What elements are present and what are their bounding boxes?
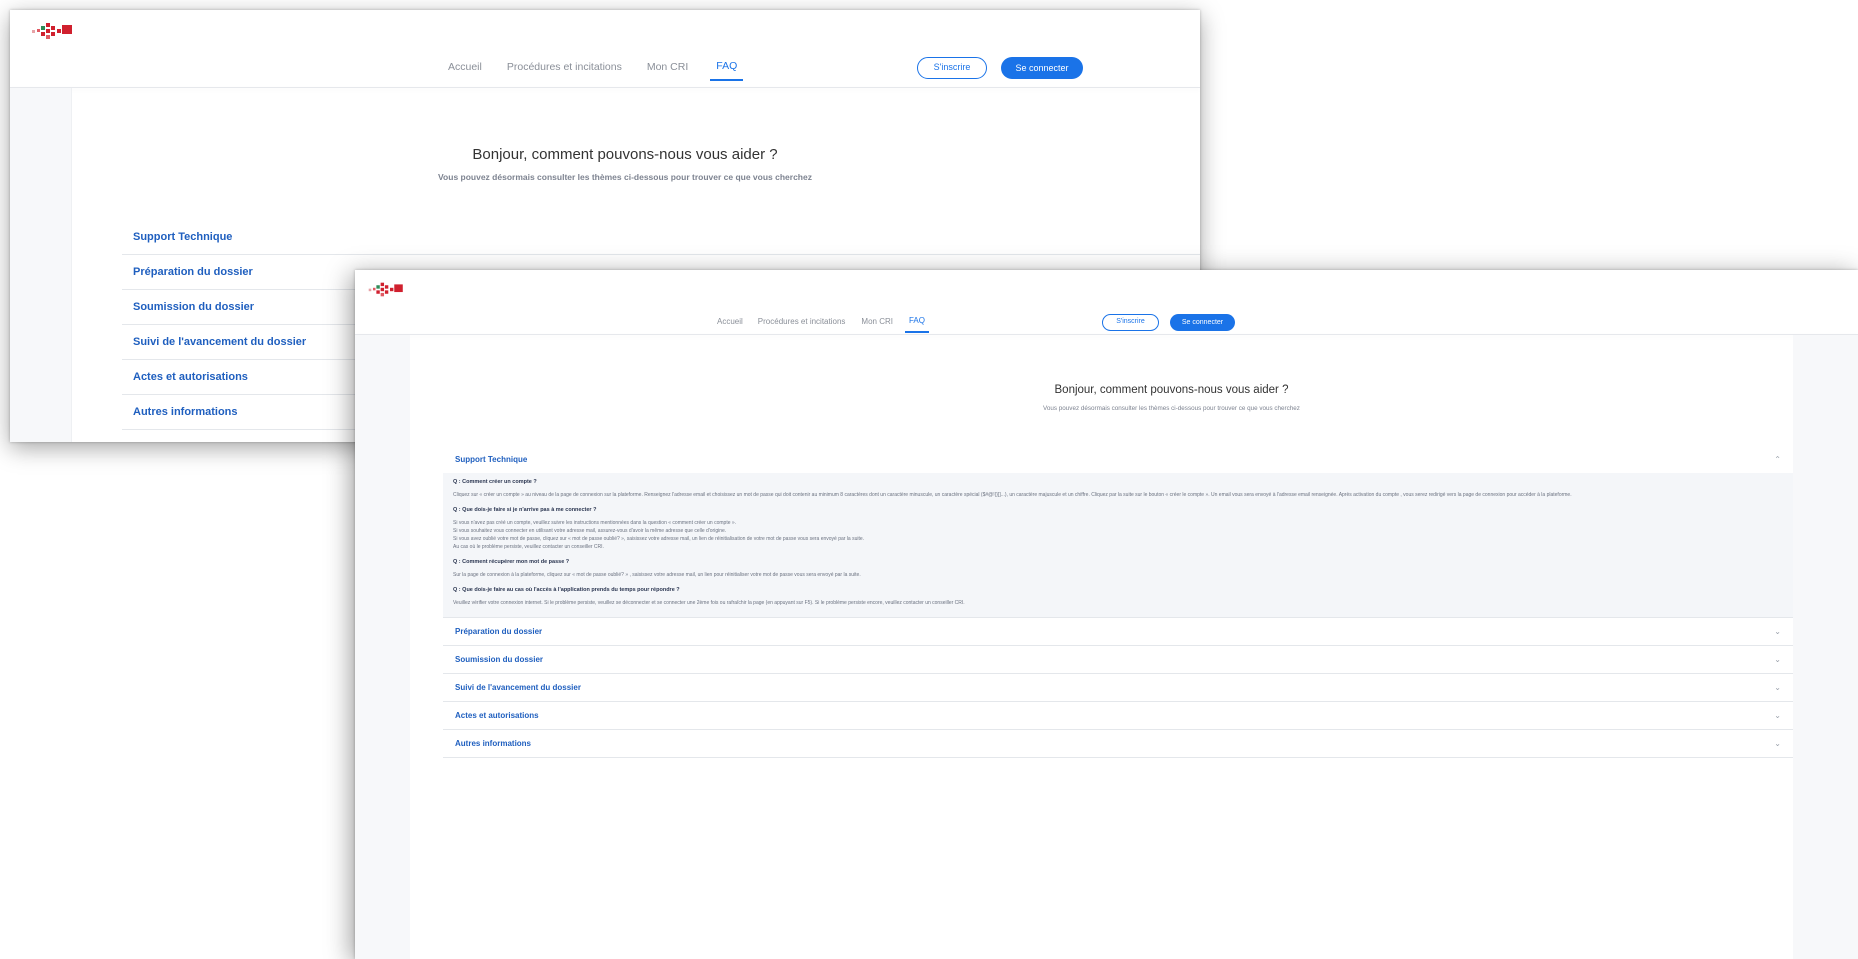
chevron-up-icon[interactable]: ⌃ xyxy=(1774,455,1781,464)
cri-logo-icon xyxy=(368,282,403,297)
page-subtitle: Vous pouvez désormais consulter les thèm… xyxy=(1043,405,1300,412)
main-nav: Accueil Procédures et incitations Mon CR… xyxy=(448,60,744,81)
chevron-down-icon[interactable]: ⌄ xyxy=(1774,683,1781,692)
faq-question: Q : Comment récupérer mon mot de passe ? xyxy=(453,559,570,565)
category-autres[interactable]: Autres informations ⌄ xyxy=(443,730,1793,758)
nav-mon-cri[interactable]: Mon CRI xyxy=(647,61,688,81)
category-label: Actes et autorisations xyxy=(455,711,539,720)
category-soumission[interactable]: Soumission du dossier ⌄ xyxy=(443,646,1793,674)
category-suivi[interactable]: Suivi de l'avancement du dossier ⌄ xyxy=(443,674,1793,702)
category-label: Actes et autorisations xyxy=(133,371,248,383)
faq-answer: Si vous n'avez pas créé un compte, veuil… xyxy=(453,520,865,550)
nav-procedures[interactable]: Procédures et incitations xyxy=(758,317,846,333)
faq-question: Q : Comment créer un compte ? xyxy=(453,479,537,485)
page-title: Bonjour, comment pouvons-nous vous aider… xyxy=(472,146,778,163)
header-divider xyxy=(10,87,1200,88)
category-label: Support Technique xyxy=(455,454,528,464)
chevron-down-icon[interactable]: ⌄ xyxy=(1774,655,1781,664)
left-gutter xyxy=(355,335,410,959)
faq-answer: Veuillez vérifier votre connexion intern… xyxy=(453,600,965,606)
category-label: Préparation du dossier xyxy=(455,627,543,636)
nav-faq[interactable]: FAQ xyxy=(710,60,744,81)
page-subtitle: Vous pouvez désormais consulter les thèm… xyxy=(438,172,812,182)
category-preparation[interactable]: Préparation du dossier ⌄ xyxy=(443,618,1793,646)
chevron-down-icon[interactable]: ⌄ xyxy=(1774,711,1781,720)
category-support-technique[interactable]: Support Technique xyxy=(122,220,1200,255)
cri-logo[interactable] xyxy=(367,280,413,299)
signup-button[interactable]: S'inscrire xyxy=(917,57,987,79)
category-label: Autres informations xyxy=(455,739,532,748)
nav-mon-cri[interactable]: Mon CRI xyxy=(861,317,893,333)
nav-accueil[interactable]: Accueil xyxy=(717,317,743,333)
faq-question: Q : Que dois-je faire si je n'arrive pas… xyxy=(453,507,597,513)
category-actes[interactable]: Actes et autorisations ⌄ xyxy=(443,702,1793,730)
nav-accueil[interactable]: Accueil xyxy=(448,61,482,81)
left-gutter xyxy=(10,88,72,442)
category-label: Suivi de l'avancement du dossier xyxy=(133,336,307,348)
category-label: Autres informations xyxy=(133,406,238,418)
faq-answer: Sur la page de connexion à la plateforme… xyxy=(453,572,861,578)
login-button[interactable]: Se connecter xyxy=(1001,57,1083,79)
category-label: Support Technique xyxy=(133,231,233,243)
faq-screenshot-expanded: Accueil Procédures et incitations Mon CR… xyxy=(355,270,1858,959)
page-title: Bonjour, comment pouvons-nous vous aider… xyxy=(1054,384,1289,396)
nav-faq[interactable]: FAQ xyxy=(904,316,929,333)
chevron-down-icon[interactable]: ⌄ xyxy=(1774,627,1781,636)
category-label: Suivi de l'avancement du dossier xyxy=(455,683,581,692)
faq-question: Q : Que dois-je faire au cas où l'accès … xyxy=(453,587,680,593)
support-technique-panel: Q : Comment créer un compte ? Cliquez su… xyxy=(443,473,1793,618)
main-nav: Accueil Procédures et incitations Mon CR… xyxy=(717,316,929,333)
login-button[interactable]: Se connecter xyxy=(1170,314,1235,331)
right-gutter xyxy=(1793,335,1858,959)
chevron-down-icon[interactable]: ⌄ xyxy=(1774,739,1781,748)
category-support-technique[interactable]: Support Technique ⌃ xyxy=(443,445,1793,473)
nav-procedures[interactable]: Procédures et incitations xyxy=(507,61,622,81)
cri-logo-icon xyxy=(32,23,72,39)
header-divider xyxy=(355,334,1858,335)
category-label: Soumission du dossier xyxy=(133,301,255,313)
signup-button[interactable]: S'inscrire xyxy=(1102,314,1159,331)
faq-answer: Cliquez sur « créer un compte » au nivea… xyxy=(453,492,1572,498)
cri-logo[interactable] xyxy=(30,20,84,42)
faq-accordion: Support Technique ⌃ Q : Comment créer un… xyxy=(443,445,1793,758)
category-label: Soumission du dossier xyxy=(455,655,544,664)
category-label: Préparation du dossier xyxy=(133,266,253,278)
